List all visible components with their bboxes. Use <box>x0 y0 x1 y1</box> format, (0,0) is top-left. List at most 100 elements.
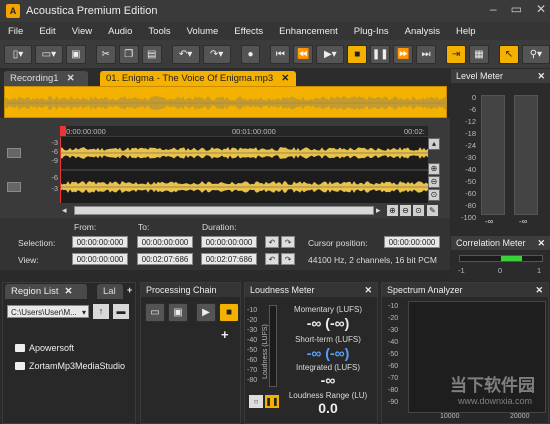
close-panel-icon[interactable]: ✕ <box>535 283 543 297</box>
loudness-scale-tick: -20 <box>247 317 258 324</box>
menu-file[interactable]: File <box>0 26 31 37</box>
reset-loudness-button[interactable]: ○ <box>249 395 263 408</box>
menu-audio[interactable]: Audio <box>100 26 140 37</box>
tab-recording1[interactable]: Recording1 ✕ <box>4 71 88 86</box>
selection-duration-field[interactable]: 00:00:00:000 <box>201 236 257 248</box>
selection-to-field[interactable]: 00:00:00:000 <box>137 236 193 248</box>
tab-label: Recording1 <box>10 73 59 84</box>
zoom-out-icon[interactable]: ⊖ <box>400 205 411 216</box>
menu-help[interactable]: Help <box>448 26 484 37</box>
list-item[interactable]: Apowersoft <box>15 343 74 353</box>
momentary-value: -∞ (-∞) <box>306 315 350 331</box>
view-mode-button[interactable]: ▦ <box>469 44 489 64</box>
scroll-left-icon[interactable]: ◂ <box>62 205 67 216</box>
zoom-tool-button[interactable]: ⚲▾ <box>521 44 550 64</box>
duration-label: Duration: <box>202 222 237 232</box>
zoom-in-vertical-icon[interactable]: ⊕ <box>428 163 440 175</box>
cursor-position-field[interactable]: 00:00:00:000 <box>384 236 440 248</box>
toolbar: ▯▾ ▭▾ ▣ ✂ ❐ ▤ ↶▾ ↷▾ ● ⏮ ⏪ ▶▾ ■ ❚❚ ⏩ ⏭ ⇥ … <box>0 40 550 68</box>
record-button[interactable]: ● <box>240 44 261 64</box>
redo-selection-icon[interactable]: ↷ <box>281 236 295 248</box>
play-button[interactable]: ▶▾ <box>316 44 345 64</box>
follow-playback-button[interactable]: ⇥ <box>446 44 467 64</box>
minimize-icon[interactable]: – <box>490 2 497 16</box>
rewind-button[interactable]: ⏪ <box>293 44 314 64</box>
undo-view-icon[interactable]: ↶ <box>265 253 279 265</box>
close-tab-icon[interactable]: ✕ <box>281 73 289 84</box>
copy-button[interactable]: ❐ <box>118 44 139 64</box>
zoom-in-icon[interactable]: ⊕ <box>387 205 398 216</box>
menu-plugins[interactable]: Plug-Ins <box>346 26 397 37</box>
zoom-fit-vertical-icon[interactable]: ⊙ <box>428 189 440 201</box>
channel-right-toggle[interactable] <box>7 182 21 192</box>
tab-region-list[interactable]: Region List ✕ <box>5 284 87 299</box>
stop-chain-button[interactable]: ■ <box>219 303 239 322</box>
path-dropdown[interactable]: C:\Users\User\M... ▾ <box>7 305 89 318</box>
open-chain-button[interactable]: ▭ <box>145 303 165 322</box>
menu-enhancement[interactable]: Enhancement <box>271 26 346 37</box>
menu-analysis[interactable]: Analysis <box>397 26 448 37</box>
save-chain-button[interactable]: ▣ <box>168 303 188 322</box>
redo-view-icon[interactable]: ↷ <box>281 253 295 265</box>
pause-loudness-button[interactable]: ❚❚ <box>265 395 279 408</box>
save-button[interactable]: ▣ <box>65 44 86 64</box>
vertical-scroll-up-icon[interactable]: ▴ <box>428 138 440 150</box>
open-file-button[interactable]: ▭▾ <box>34 44 63 64</box>
close-tab-icon[interactable]: ✕ <box>67 73 75 84</box>
paste-button[interactable]: ▤ <box>141 44 162 64</box>
menu-edit[interactable]: Edit <box>31 26 63 37</box>
forward-button[interactable]: ⏩ <box>393 44 414 64</box>
selection-from-field[interactable]: 00:00:00:000 <box>72 236 128 248</box>
correlation-tick: -1 <box>458 266 465 275</box>
go-start-button[interactable]: ⏮ <box>270 44 291 64</box>
view-from-field[interactable]: 00:00:00:000 <box>72 253 128 265</box>
menu-view[interactable]: View <box>64 26 100 37</box>
list-item[interactable]: ZortamMp3MediaStudio <box>15 361 125 371</box>
scroll-right-icon[interactable]: ▸ <box>376 205 381 216</box>
close-panel-icon[interactable]: ✕ <box>537 69 545 83</box>
to-label: To: <box>138 222 150 232</box>
time-ruler[interactable]: 00:00:00:000 00:01:00:000 00:02: <box>60 126 428 136</box>
zoom-out-vertical-icon[interactable]: ⊖ <box>428 176 440 188</box>
waveform-channel-right[interactable] <box>60 171 428 203</box>
processing-chain-panel: Processing Chain ▭ ▣ ▶ ■ + <box>140 282 241 424</box>
play-chain-button[interactable]: ▶ <box>196 303 216 322</box>
scroll-thumb[interactable] <box>74 206 374 215</box>
undo-selection-icon[interactable]: ↶ <box>265 236 279 248</box>
tab-second[interactable]: Lal <box>97 284 123 299</box>
cursor-tool-button[interactable]: ↖ <box>498 44 519 64</box>
zoom-tool-icon[interactable]: ✎ <box>427 205 438 216</box>
close-panel-icon[interactable]: ✕ <box>364 283 372 297</box>
tab-enigma[interactable]: 01. Enigma - The Voice Of Enigma.mp3 ✕ <box>100 71 296 86</box>
stop-button[interactable]: ■ <box>347 44 368 64</box>
redo-button[interactable]: ↷▾ <box>202 44 231 64</box>
menu-volume[interactable]: Volume <box>179 26 227 37</box>
menu-tools[interactable]: Tools <box>140 26 178 37</box>
new-file-button[interactable]: ▯▾ <box>4 44 32 64</box>
waveform-channel-left[interactable] <box>60 137 428 169</box>
view-duration-field[interactable]: 00:02:07:686 <box>201 253 257 265</box>
loudness-scale-tick: -50 <box>247 347 258 354</box>
close-tab-icon[interactable]: ✕ <box>65 286 73 297</box>
close-icon[interactable]: ✕ <box>536 2 546 16</box>
channel-left-toggle[interactable] <box>7 148 21 158</box>
cut-button[interactable]: ✂ <box>95 44 116 64</box>
add-panel-icon[interactable]: + <box>127 285 132 295</box>
folder-up-button[interactable]: ↑ <box>93 304 109 319</box>
loudness-scale-tick: -10 <box>247 307 258 314</box>
close-panel-icon[interactable]: ✕ <box>537 236 545 250</box>
overview-waveform[interactable] <box>4 86 447 118</box>
pause-button[interactable]: ❚❚ <box>370 44 391 64</box>
playhead-marker[interactable] <box>60 126 66 136</box>
maximize-icon[interactable]: ▭ <box>511 2 522 16</box>
add-effect-icon[interactable]: + <box>221 327 229 342</box>
view-to-field[interactable]: 00:02:07:686 <box>137 253 193 265</box>
zoom-fit-icon[interactable]: ⊙ <box>413 205 424 216</box>
menu-effects[interactable]: Effects <box>226 26 271 37</box>
new-folder-button[interactable]: ▬ <box>113 304 129 319</box>
cursor-icon: ↖ <box>504 48 514 60</box>
go-end-button[interactable]: ⏭ <box>416 44 437 64</box>
horizontal-scrollbar[interactable]: ◂ ▸ ⊕ ⊖ ⊙ ✎ <box>60 204 440 217</box>
undo-button[interactable]: ↶▾ <box>171 44 200 64</box>
folder-icon: ▬ <box>116 306 126 316</box>
